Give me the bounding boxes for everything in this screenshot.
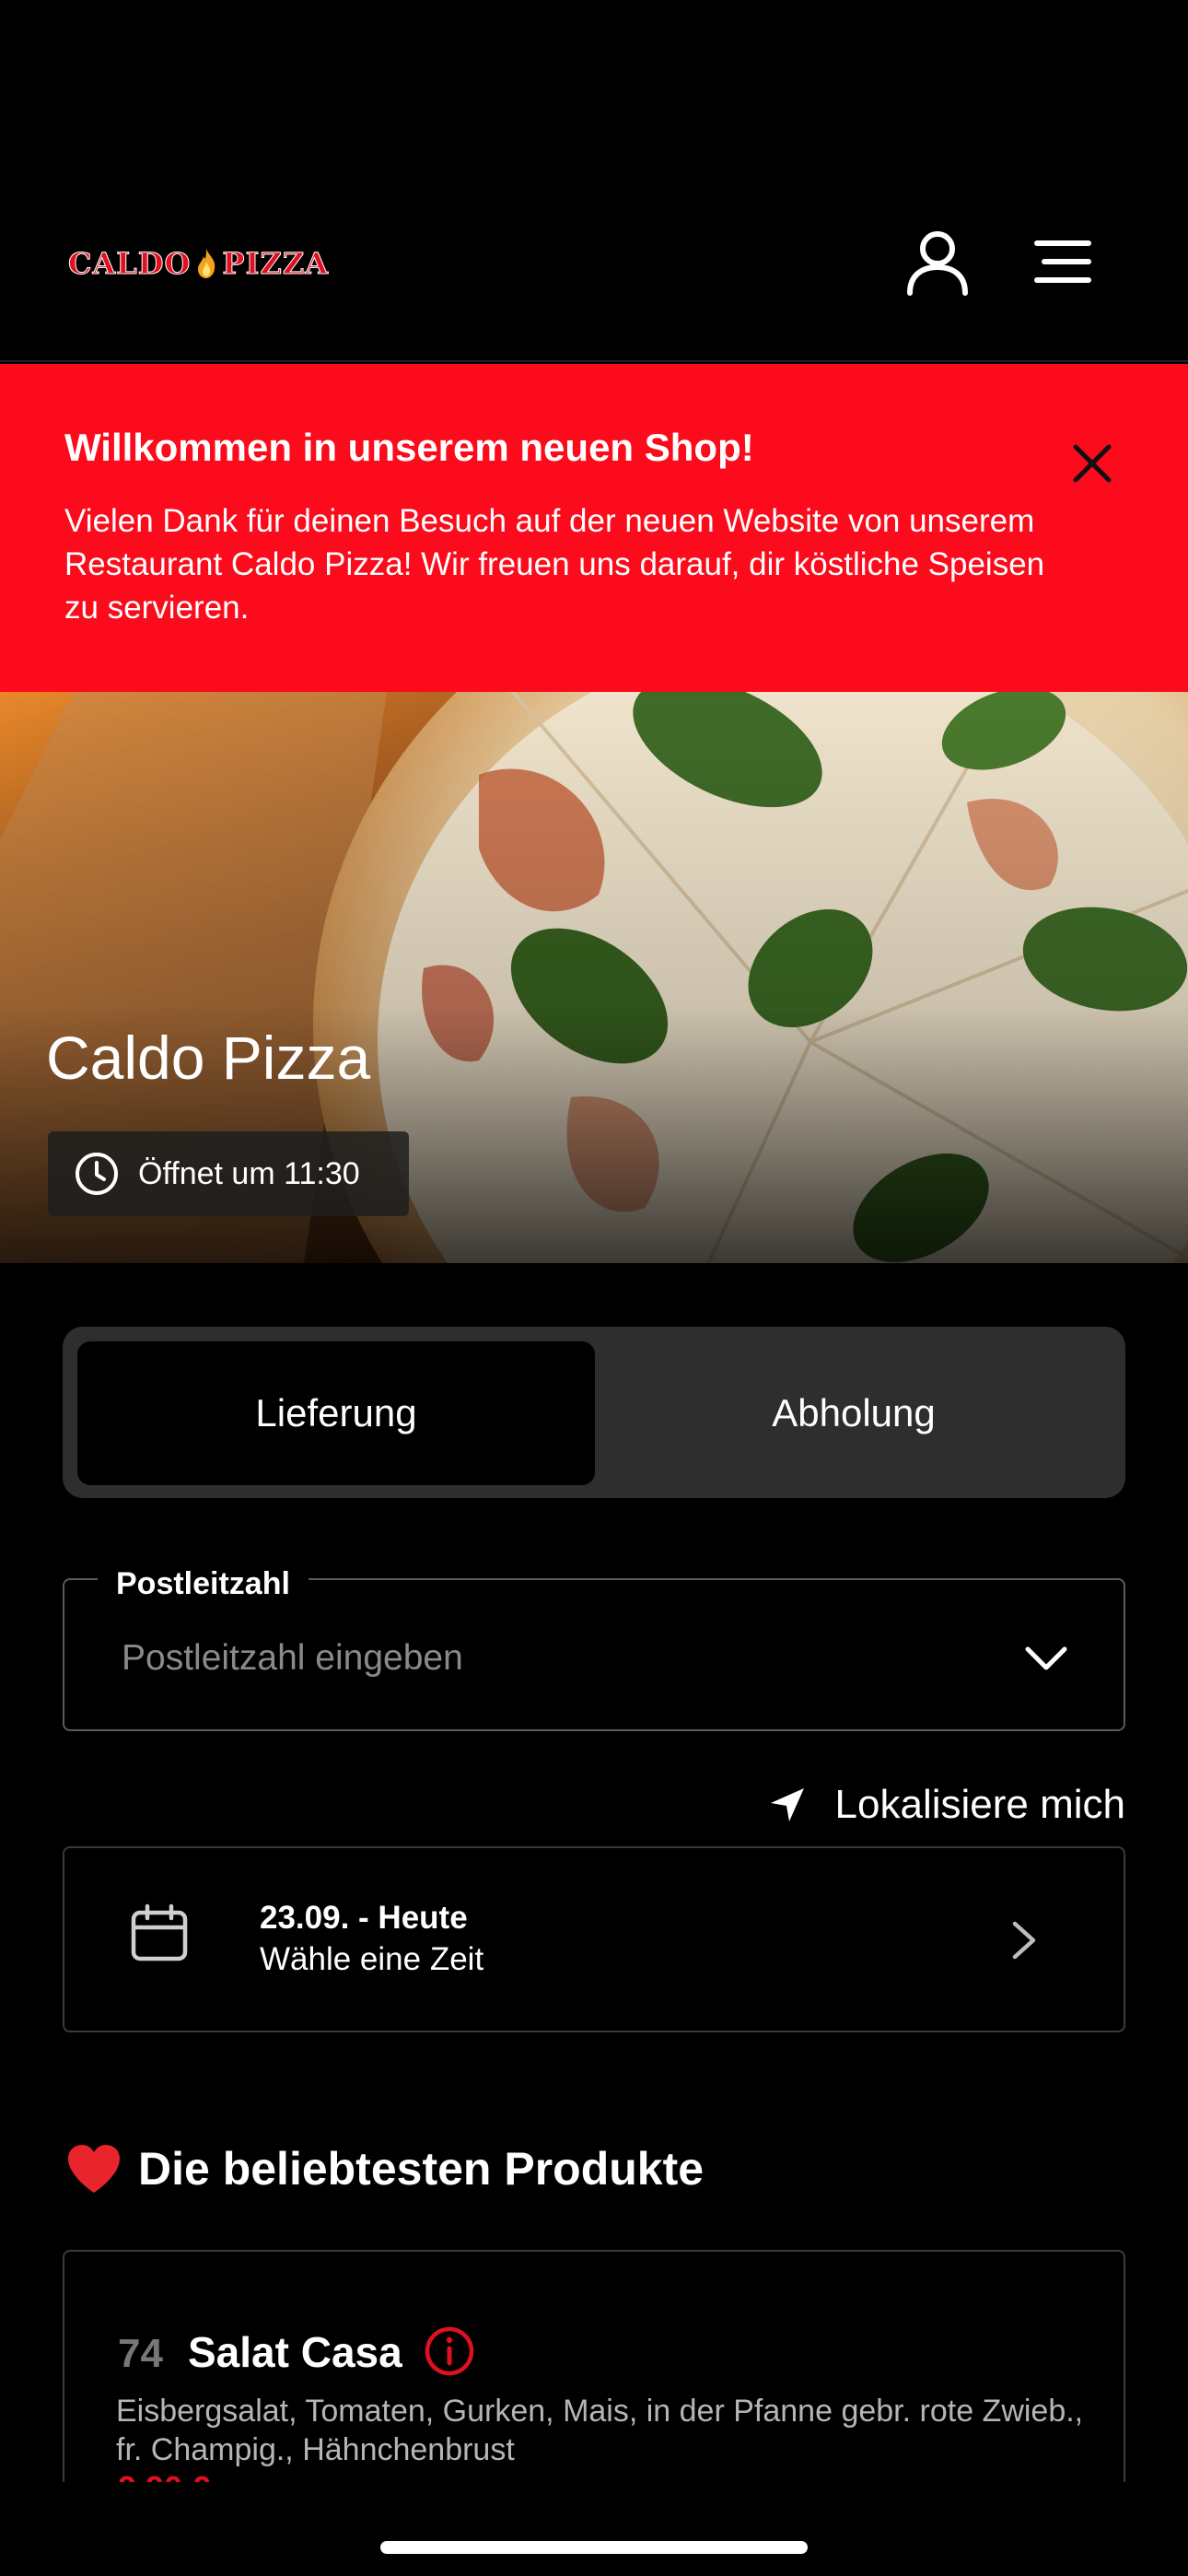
- logo[interactable]: CALDO PIZZA: [67, 241, 329, 286]
- selected-date: 23.09. - Heute: [260, 1900, 468, 1936]
- tab-lieferung[interactable]: Lieferung: [77, 1341, 595, 1485]
- postal-code-placeholder[interactable]: Postleitzahl eingeben: [122, 1638, 463, 1679]
- product-name[interactable]: Salat Casa: [188, 2327, 402, 2377]
- user-icon[interactable]: [904, 228, 971, 297]
- date-time-picker[interactable]: [63, 1846, 1125, 2032]
- banner-text: Vielen Dank für deinen Besuch auf der ne…: [64, 503, 1045, 626]
- time-hint: Wähle eine Zeit: [260, 1941, 484, 1977]
- banner-title: Willkommen in unserem neuen Shop!: [64, 426, 754, 469]
- app-header: [0, 0, 1188, 362]
- opening-hours-badge: Öffnet um 11:30: [48, 1131, 409, 1216]
- locate-me-label: Lokalisiere mich: [834, 1782, 1125, 1827]
- logo-text-left: CALDO: [67, 246, 192, 282]
- clock-icon: [76, 1153, 118, 1195]
- restaurant-title: Caldo Pizza: [46, 1024, 371, 1092]
- order-mode-toggle: Lieferung Abholung: [63, 1327, 1125, 1498]
- chevron-down-icon[interactable]: [1022, 1642, 1070, 1675]
- logo-text-right: PIZZA: [222, 246, 329, 282]
- heart-icon: [68, 2145, 120, 2193]
- info-icon[interactable]: [424, 2325, 475, 2377]
- postal-code-label: Postleitzahl: [98, 1566, 309, 1602]
- bottom-safe-area: [0, 2482, 1188, 2576]
- hamburger-menu-icon[interactable]: [1031, 236, 1094, 287]
- chevron-right-icon[interactable]: [1007, 1918, 1041, 1962]
- product-description: Eisbergsalat, Tomaten, Gurken, Mais, in …: [116, 2394, 1084, 2467]
- flame-icon: [198, 249, 215, 278]
- product-number: 74: [118, 2331, 163, 2376]
- home-indicator[interactable]: [380, 2541, 808, 2554]
- popular-products-title: Die beliebtesten Produkte: [138, 2143, 705, 2195]
- popular-products-heading: Die beliebtesten Produkte: [66, 2142, 704, 2195]
- locate-me-button[interactable]: Lokalisiere mich: [767, 1778, 1125, 1832]
- opening-hours-text: Öffnet um 11:30: [138, 1155, 360, 1191]
- calendar-icon: [131, 1903, 188, 1961]
- tab-abholung[interactable]: Abholung: [595, 1341, 1112, 1485]
- close-icon[interactable]: [1068, 439, 1116, 487]
- location-arrow-icon: [770, 1788, 804, 1821]
